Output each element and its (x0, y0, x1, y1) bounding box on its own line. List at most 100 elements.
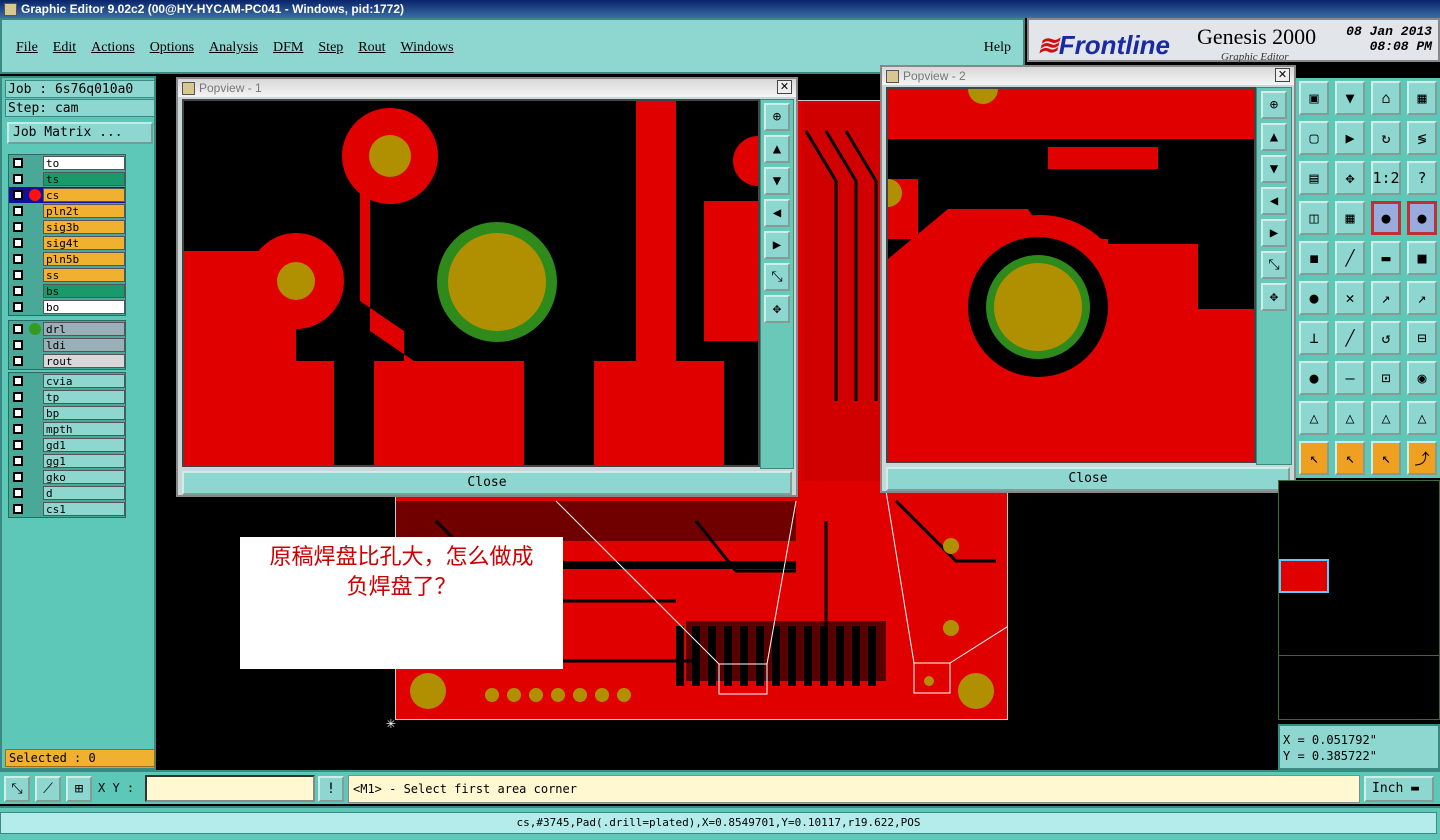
layer-name[interactable]: cs1 (43, 502, 125, 516)
line-icon[interactable]: ╱ (1335, 241, 1365, 275)
tool-icon[interactable]: ▤ (1299, 161, 1329, 195)
layer-checkbox[interactable] (13, 238, 23, 248)
menu-windows[interactable]: Windows (401, 40, 454, 56)
pan-down-icon[interactable]: ▼ (764, 167, 790, 195)
layer-row-to[interactable]: to (9, 155, 125, 171)
layer-name[interactable]: to (43, 156, 125, 170)
pointer-icon[interactable]: ↖ (1299, 441, 1329, 475)
pan-left-icon[interactable]: ◀ (764, 199, 790, 227)
pan-right-icon[interactable]: ▶ (1261, 219, 1287, 247)
ruler-icon[interactable]: ▬ (1371, 241, 1401, 275)
layer-checkbox[interactable] (13, 340, 23, 350)
layer-name[interactable]: tp (43, 390, 125, 404)
tool-icon[interactable]: △ (1407, 401, 1437, 435)
layer-row-bo[interactable]: bo (9, 299, 125, 315)
menu-help[interactable]: Help (984, 40, 1011, 56)
popview-2-close-icon[interactable]: ✕ (1275, 68, 1290, 82)
layer-row-mpth[interactable]: mpth (9, 421, 125, 437)
menu-step[interactable]: Step (318, 40, 343, 56)
menu-analysis[interactable]: Analysis (209, 40, 258, 56)
zoom-fit-icon[interactable]: ⤡ (764, 263, 790, 291)
layer-name[interactable]: ldi (43, 338, 125, 352)
tool-icon[interactable]: ⊟ (1407, 321, 1437, 355)
help-icon[interactable]: ? (1407, 161, 1437, 195)
pan-down-icon[interactable]: ▼ (1261, 155, 1287, 183)
tool-icon[interactable]: ▢ (1299, 121, 1329, 155)
tool-icon[interactable]: ↗ (1407, 281, 1437, 315)
layer-row-gg1[interactable]: gg1 (9, 453, 125, 469)
layer-name[interactable]: d (43, 486, 125, 500)
arc-icon[interactable]: ↺ (1371, 321, 1401, 355)
grid-icon[interactable]: ▦ (1335, 201, 1365, 235)
tool-icon[interactable]: ● (1299, 361, 1329, 395)
menu-file[interactable]: File (16, 40, 38, 56)
layer-row-d[interactable]: d (9, 485, 125, 501)
layer-row-gko[interactable]: gko (9, 469, 125, 485)
layer-name[interactable]: sig3b (43, 220, 125, 234)
popview-2-canvas[interactable] (886, 87, 1256, 463)
tool-icon[interactable]: ⊥ (1299, 321, 1329, 355)
layer-checkbox[interactable] (13, 488, 23, 498)
popview-2-close-button[interactable]: Close (886, 467, 1290, 491)
popview-1-close-icon[interactable]: ✕ (777, 80, 792, 94)
tool-icon[interactable]: ◉ (1407, 361, 1437, 395)
layer-checkbox[interactable] (13, 254, 23, 264)
layer-name[interactable]: bo (43, 300, 125, 314)
layer-checkbox[interactable] (13, 392, 23, 402)
tool-icon[interactable]: ▣ (1299, 81, 1329, 115)
layer-row-tp[interactable]: tp (9, 389, 125, 405)
menu-actions[interactable]: Actions (91, 40, 135, 56)
menu-dfm[interactable]: DFM (273, 40, 303, 56)
zoom-in-icon[interactable]: ⊕ (1261, 91, 1287, 119)
menu-edit[interactable]: Edit (53, 40, 76, 56)
layer-name[interactable]: gko (43, 470, 125, 484)
layer-name[interactable]: ts (43, 172, 125, 186)
pad-icon[interactable]: ■ (1407, 241, 1437, 275)
layer-checkbox[interactable] (13, 472, 23, 482)
layer-name[interactable]: pln5b (43, 252, 125, 266)
tool-icon[interactable]: ↻ (1371, 121, 1401, 155)
layer-checkbox[interactable] (13, 270, 23, 280)
layer-row-cvia[interactable]: cvia (9, 373, 125, 389)
layer-checkbox[interactable] (13, 504, 23, 514)
layer-checkbox[interactable] (13, 206, 23, 216)
pan-up-icon[interactable]: ▲ (764, 135, 790, 163)
layer-checkbox[interactable] (13, 190, 23, 200)
move-icon[interactable]: ✥ (1335, 161, 1365, 195)
layer-name[interactable]: sig4t (43, 236, 125, 250)
layer-checkbox[interactable] (13, 302, 23, 312)
window-icon[interactable]: ▦ (1407, 81, 1437, 115)
zoom-in-icon[interactable]: ⊕ (764, 103, 790, 131)
measure-icon[interactable]: ⟋ (35, 776, 61, 802)
layer-checkbox[interactable] (13, 324, 23, 334)
xy-input[interactable] (145, 775, 315, 802)
popview-1-close-button[interactable]: Close (182, 471, 792, 495)
layer-row-cs[interactable]: cs (9, 187, 125, 203)
layer-name[interactable]: pln2t (43, 204, 125, 218)
layer-row-ldi[interactable]: ldi (9, 337, 125, 353)
pointer-icon[interactable]: ↖ (1371, 441, 1401, 475)
tool-icon[interactable]: △ (1335, 401, 1365, 435)
layer-name[interactable]: mpth (43, 422, 125, 436)
layer-checkbox[interactable] (13, 286, 23, 296)
layer-name[interactable]: bp (43, 406, 125, 420)
menu-options[interactable]: Options (150, 40, 194, 56)
tool-icon[interactable]: ≶ (1407, 121, 1437, 155)
layer-row-pln5b[interactable]: pln5b (9, 251, 125, 267)
layer-checkbox[interactable] (13, 158, 23, 168)
snap-icon[interactable]: ● (1371, 201, 1401, 235)
layer-row-rout[interactable]: rout (9, 353, 125, 369)
layer-checkbox[interactable] (13, 376, 23, 386)
layer-checkbox[interactable] (13, 222, 23, 232)
layer-name[interactable]: gd1 (43, 438, 125, 452)
cross-icon[interactable]: ✕ (1335, 281, 1365, 315)
popview-1-canvas[interactable] (182, 99, 760, 467)
snap-icon[interactable]: ● (1407, 201, 1437, 235)
pan-up-icon[interactable]: ▲ (1261, 123, 1287, 151)
pointer-icon[interactable]: ↖ (1335, 441, 1365, 475)
zoom-home-icon[interactable]: ✥ (764, 295, 790, 323)
tool-icon[interactable]: ╱ (1335, 321, 1365, 355)
layer-checkbox[interactable] (13, 456, 23, 466)
home-icon[interactable]: ⌂ (1371, 81, 1401, 115)
pan-left-icon[interactable]: ◀ (1261, 187, 1287, 215)
